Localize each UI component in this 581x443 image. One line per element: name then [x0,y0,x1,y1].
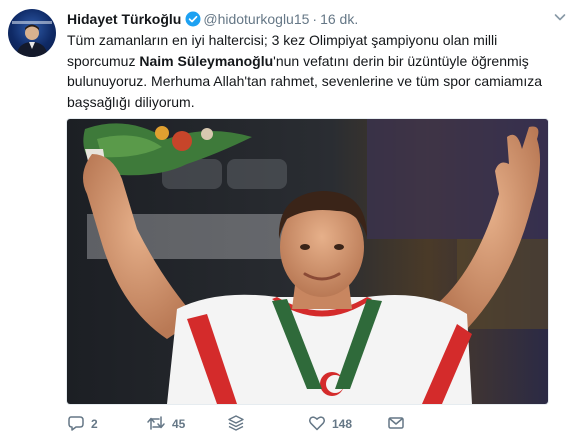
reply-count: 2 [91,417,98,431]
dm-button[interactable] [387,414,405,434]
stack-button[interactable] [227,414,245,434]
reply-icon [68,416,84,431]
heart-icon [309,416,325,431]
retweet-icon [147,416,165,430]
envelope-icon [388,417,404,429]
retweet-button[interactable]: 45 [146,414,185,434]
tweet-card[interactable]: Hidayet Türkoğlu @hidoturkoglu15 · 16 dk. T… [0,0,581,443]
like-count: 148 [332,417,353,431]
reply-button[interactable]: 2 [67,414,98,434]
like-button[interactable]: 148 [308,414,352,434]
verified-badge-icon [185,11,201,31]
avatar-image [12,21,52,57]
separator-dot: · [312,11,318,27]
tweet-photo[interactable] [66,118,549,405]
athlete-photo [67,119,548,404]
tweet-text-mention: Naim Süleymanoğlu [139,52,274,69]
tweet-timestamp[interactable]: 16 dk. [320,11,358,27]
stack-icon [228,415,244,431]
tweet-text: Tüm zamanların en iyi haltercisi; 3 kez … [67,30,567,112]
chevron-down-icon[interactable] [553,10,567,24]
tweet-header: Hidayet Türkoğlu @hidoturkoglu15 · 16 dk. [67,10,358,28]
author-name[interactable]: Hidayet Türkoğlu [67,11,181,27]
avatar[interactable] [8,9,56,57]
retweet-count: 45 [172,417,186,431]
author-handle[interactable]: @hidoturkoglu15 [203,11,309,27]
